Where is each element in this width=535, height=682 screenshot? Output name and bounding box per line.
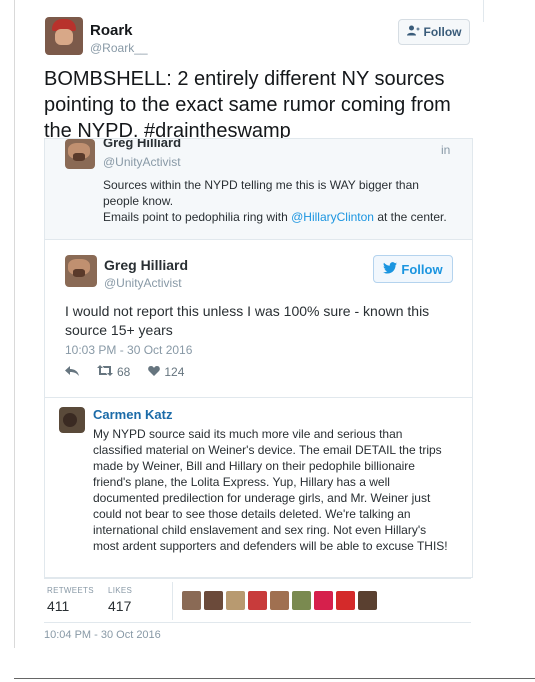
carmen-name[interactable]: Carmen Katz — [93, 407, 172, 422]
likers-avatars — [182, 591, 377, 610]
liker-avatar[interactable] — [314, 591, 333, 610]
reply-action[interactable] — [65, 365, 79, 379]
retweet-action[interactable]: 68 — [97, 365, 130, 379]
likes-label: LIKES — [108, 586, 133, 595]
retweet-count: 68 — [117, 365, 131, 379]
quoted-timestamp[interactable]: 10:03 PM - 30 Oct 2016 — [65, 343, 192, 357]
quoted-top-text-2: Emails point to pedophilia ring with — [103, 210, 292, 224]
liker-avatar[interactable] — [182, 591, 201, 610]
bottom-page-rule — [14, 678, 535, 679]
author-handle[interactable]: @Roark__ — [90, 41, 148, 55]
retweets-count[interactable]: 411 — [47, 598, 69, 614]
heart-icon — [148, 365, 161, 379]
liker-avatar[interactable] — [292, 591, 311, 610]
stats-divider-vertical — [172, 582, 173, 620]
like-action[interactable]: 124 — [148, 365, 184, 379]
follow-button[interactable]: Follow — [398, 19, 470, 45]
quoted-top-text: Sources within the NYPD telling me this … — [103, 177, 453, 225]
author-name[interactable]: Roark — [90, 22, 133, 39]
follow-label: Follow — [423, 25, 462, 39]
carmen-avatar[interactable] — [59, 407, 85, 433]
liker-avatar[interactable] — [336, 591, 355, 610]
retweet-icon — [97, 365, 113, 379]
roark-avatar[interactable] — [45, 17, 83, 55]
quoted-top-text-1: Sources within the NYPD telling me this … — [103, 178, 419, 208]
liker-avatar[interactable] — [248, 591, 267, 610]
right-page-rule — [483, 0, 484, 22]
greg-avatar[interactable] — [65, 255, 97, 287]
liker-avatar[interactable] — [270, 591, 289, 610]
tweet-text: BOMBSHELL: 2 entirely different NY sourc… — [44, 68, 451, 142]
greg-name-top[interactable]: Greg Hilliard — [103, 139, 181, 150]
stats-divider-bottom — [44, 622, 471, 623]
quoted-actions: 68 124 — [65, 365, 184, 379]
carmen-text: My NYPD source said its much more vile a… — [93, 427, 448, 553]
greg-follow-button[interactable]: Follow — [373, 255, 453, 283]
greg-follow-label: Follow — [401, 261, 443, 277]
greg-name[interactable]: Greg Hilliard — [104, 257, 188, 273]
add-user-icon — [406, 25, 420, 39]
quoted-tweet-card[interactable]: Greg Hilliard in @UnityActivist Sources … — [44, 138, 473, 578]
liker-avatar[interactable] — [226, 591, 245, 610]
quoted-tweet-top: Greg Hilliard in @UnityActivist Sources … — [45, 139, 472, 240]
greg-handle[interactable]: @UnityActivist — [104, 276, 182, 290]
greg-avatar-top[interactable] — [65, 139, 95, 169]
quoted-top-text-3: at the center. — [373, 210, 447, 224]
like-count: 124 — [164, 365, 185, 379]
greg-handle-top[interactable]: @UnityActivist — [103, 155, 181, 169]
likes-count[interactable]: 417 — [108, 598, 131, 614]
retweets-label: RETWEETS — [47, 586, 94, 595]
quoted-main-text: I would not report this unless I was 100… — [65, 303, 430, 338]
liker-avatar[interactable] — [358, 591, 377, 610]
tweet-timestamp[interactable]: 10:04 PM - 30 Oct 2016 — [44, 629, 161, 641]
stats-divider-top — [44, 578, 471, 579]
twitter-bird-icon — [383, 261, 398, 277]
left-page-rule — [14, 0, 15, 648]
liker-avatar[interactable] — [204, 591, 223, 610]
corner-text: in — [441, 143, 451, 157]
reply-icon — [65, 365, 79, 379]
hillary-mention-link[interactable]: @HillaryClinton — [291, 210, 374, 224]
